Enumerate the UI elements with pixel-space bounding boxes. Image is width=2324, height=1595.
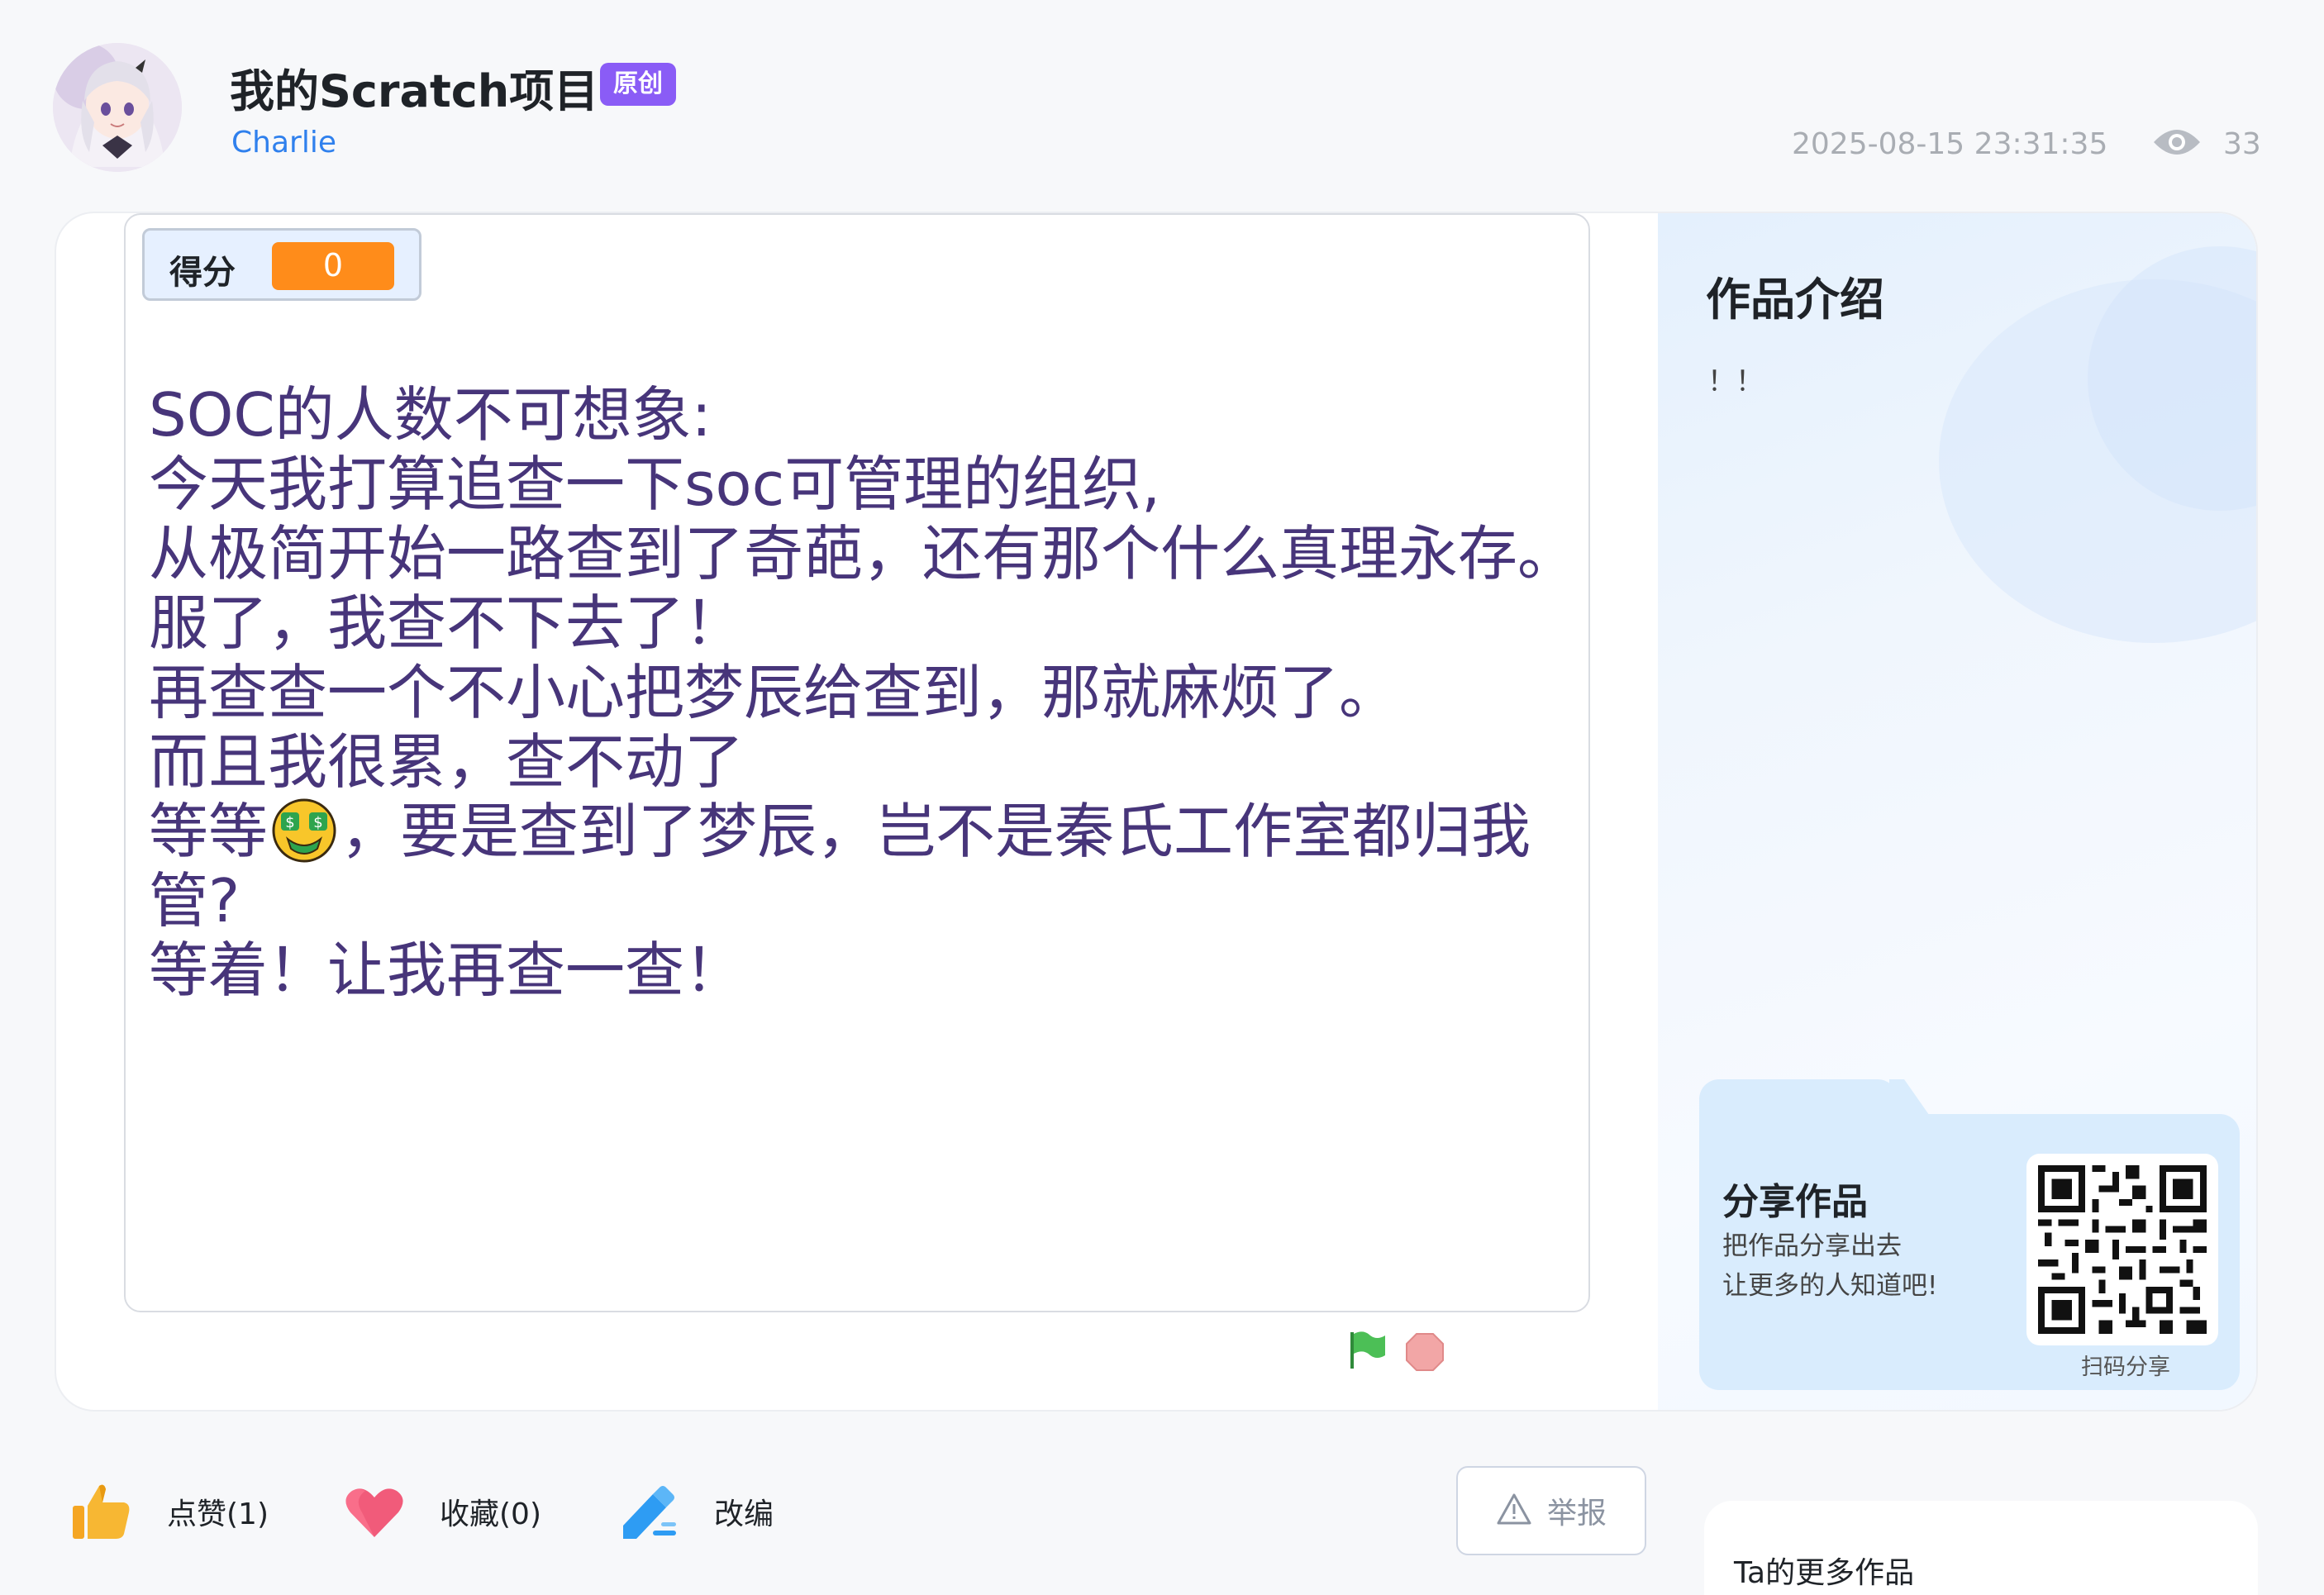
project-title: 我的Scratch项目: [230, 65, 599, 117]
stage-line: 从极简开始一路查到了奇葩，还有那个什么真理永存。: [149, 519, 1578, 588]
qr-caption: 扫码分享: [2081, 1355, 2170, 1380]
stage-line-part: ，要是查到了梦辰，岂不是秦氏工作室都归我: [341, 797, 1531, 866]
favorite-label: 收藏(0): [440, 1497, 541, 1531]
stage-line: 服了，我查不下去了！: [149, 588, 745, 658]
remix-label: 改编: [714, 1497, 774, 1531]
svg-text:$: $: [285, 814, 294, 831]
stage-line: SOC的人数不可想象:: [149, 380, 712, 450]
score-label: 得分: [169, 254, 236, 292]
share-subtitle: 把作品分享出去: [1722, 1231, 1902, 1261]
like-label: 点赞(1): [167, 1497, 269, 1531]
score-value: 0: [272, 242, 394, 290]
stage-line: 而且我很累，查不动了: [149, 727, 745, 797]
favorite-button[interactable]: 收藏(0): [342, 1479, 541, 1544]
stage-line: 等着！让我再查一查！: [149, 936, 745, 1005]
author-link[interactable]: Charlie: [231, 126, 336, 160]
stage-line: 再查查一个不小心把梦辰给查到，那就麻烦了。: [149, 658, 1399, 727]
report-button[interactable]: 举报: [1456, 1466, 1646, 1555]
project-stage[interactable]: 得分 0 SOC的人数不可想象: 今天我打算追查一下soc可管理的组织, 从极简…: [124, 213, 1590, 1312]
thumbs-up-icon: [69, 1479, 134, 1544]
share-title: 分享作品: [1722, 1181, 1868, 1223]
money-mouth-emoji-icon: $ $: [268, 798, 341, 864]
view-count: 33: [2223, 127, 2261, 161]
stage-text: SOC的人数不可想象: 今天我打算追查一下soc可管理的组织, 从极简开始一路查…: [149, 380, 1578, 1005]
warning-icon: [1496, 1493, 1532, 1529]
stage-line: 管?: [149, 866, 240, 936]
green-flag-icon[interactable]: [1345, 1329, 1388, 1372]
remix-button[interactable]: 改编: [617, 1479, 774, 1544]
report-label: 举报: [1546, 1497, 1607, 1531]
heart-icon: [342, 1479, 407, 1544]
intro-title: 作品介绍: [1706, 274, 1884, 326]
original-badge: 原创: [600, 63, 676, 106]
stage-line: 等等 $ $ ，要是查到了梦辰，岂不是秦氏工作室都归我: [149, 797, 1570, 866]
stage-line-part: 等等: [149, 797, 269, 866]
like-button[interactable]: 点赞(1): [69, 1479, 269, 1544]
share-subtitle: 让更多的人知道吧!: [1722, 1271, 1938, 1301]
score-monitor: 得分 0: [142, 228, 421, 301]
edit-pen-icon: [617, 1479, 681, 1544]
qr-code: [2026, 1154, 2218, 1345]
svg-text:$: $: [313, 814, 322, 831]
more-works-title: Ta的更多作品: [1734, 1556, 1915, 1590]
eye-icon: [2152, 124, 2202, 160]
publish-datetime: 2025-08-15 23:31:35: [1792, 127, 2108, 161]
stage-line: 今天我打算追查一下soc可管理的组织,: [149, 450, 1161, 519]
author-avatar[interactable]: [53, 43, 182, 172]
stop-icon[interactable]: [1405, 1332, 1445, 1372]
intro-body: ！！: [1707, 365, 1764, 398]
